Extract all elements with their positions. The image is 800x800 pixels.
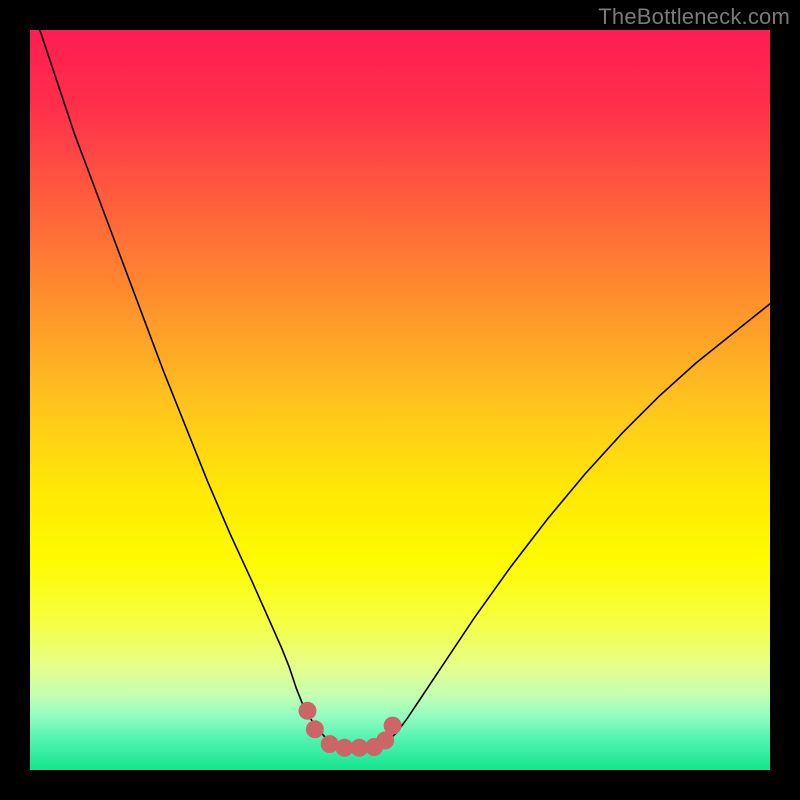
watermark-text: TheBottleneck.com bbox=[598, 4, 790, 30]
marker-point bbox=[299, 702, 317, 720]
chart-svg bbox=[30, 30, 770, 770]
marker-point bbox=[384, 717, 402, 735]
marker-point bbox=[306, 720, 324, 738]
gradient-background bbox=[30, 30, 770, 770]
chart-frame: TheBottleneck.com bbox=[0, 0, 800, 800]
chart-plot-area bbox=[30, 30, 770, 770]
